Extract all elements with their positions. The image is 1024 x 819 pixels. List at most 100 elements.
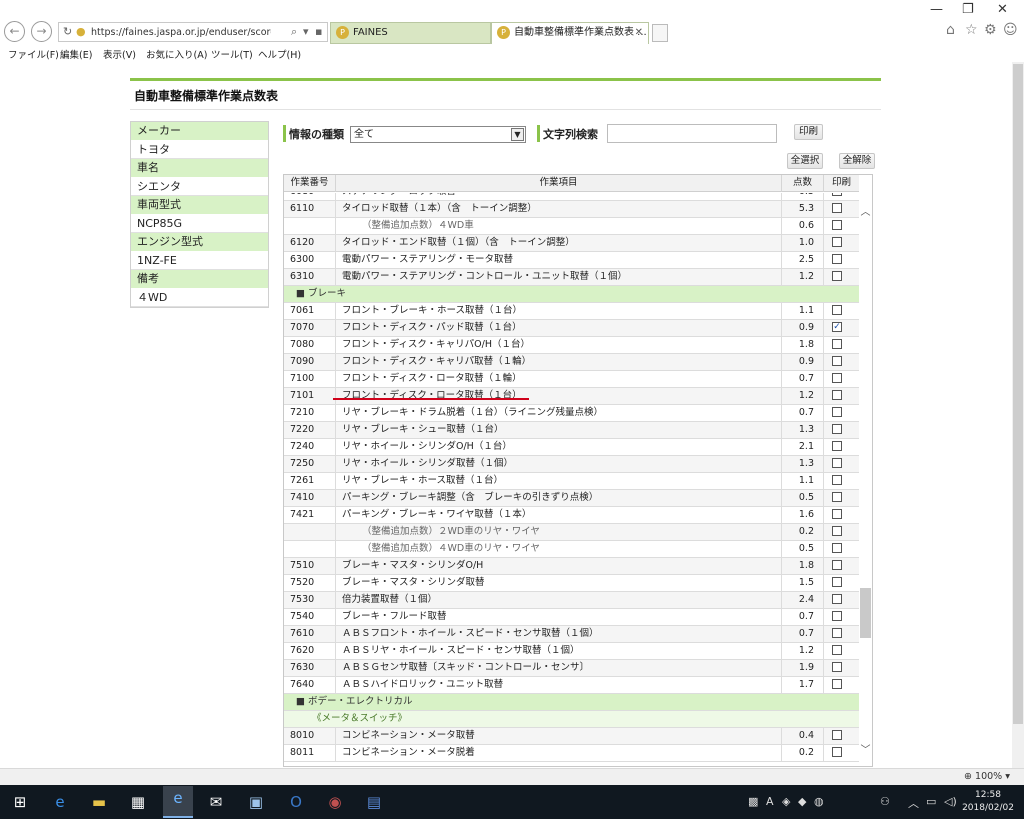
print-checkbox[interactable] bbox=[832, 526, 842, 536]
table-row[interactable]: 7610 ＡＢＳフロント・ホイール・スピード・センサ取替（１個） 0.7 bbox=[284, 626, 859, 643]
chevron-down-icon[interactable]: ▼ bbox=[511, 128, 524, 141]
app-network-icon[interactable]: ▤ bbox=[362, 790, 386, 814]
table-row[interactable]: 7410 パーキング・ブレーキ調整（含 ブレーキの引きずり点検） 0.5 bbox=[284, 490, 859, 507]
table-row[interactable]: 7530 倍力装置取替（１個） 2.4 bbox=[284, 592, 859, 609]
print-checkbox[interactable] bbox=[832, 577, 842, 587]
table-row[interactable]: 7520 ブレーキ・マスタ・シリンダ取替 1.5 bbox=[284, 575, 859, 592]
menu-help[interactable]: ヘルプ(H) bbox=[258, 47, 301, 61]
table-row[interactable]: 7210 リヤ・ブレーキ・ドラム脱着（１台）（ライニング残量点検） 0.7 bbox=[284, 405, 859, 422]
smiley-icon[interactable]: ☺ bbox=[1003, 22, 1018, 38]
print-checkbox-checked[interactable]: ✓ bbox=[832, 322, 842, 332]
print-button[interactable]: 印刷 bbox=[794, 124, 823, 140]
tray-ime-mode-icon[interactable]: A bbox=[766, 795, 774, 808]
tray-ime-icon[interactable]: ▩ bbox=[748, 795, 758, 808]
scroll-down-icon[interactable]: ﹀ bbox=[858, 741, 873, 756]
tray-app-icon[interactable]: ◍ bbox=[814, 795, 824, 808]
outlook-icon[interactable]: O bbox=[284, 790, 308, 814]
forward-button[interactable]: → bbox=[31, 21, 52, 42]
print-checkbox[interactable] bbox=[832, 390, 842, 400]
print-checkbox[interactable] bbox=[832, 594, 842, 604]
table-row[interactable]: 7080 フロント・ディスク・キャリパO/H（１台） 1.8 bbox=[284, 337, 859, 354]
menu-view[interactable]: 表示(V) bbox=[103, 47, 136, 61]
print-checkbox[interactable] bbox=[832, 254, 842, 264]
tray-app-icon[interactable]: ◆ bbox=[798, 795, 806, 808]
info-type-select[interactable]: 全て ▼ bbox=[350, 126, 526, 143]
print-checkbox[interactable] bbox=[832, 679, 842, 689]
store-icon[interactable]: ▦ bbox=[126, 790, 150, 814]
table-row[interactable]: 7090 フロント・ディスク・キャリパ取替（１輪） 0.9 bbox=[284, 354, 859, 371]
page-scrollbar[interactable] bbox=[1012, 62, 1024, 768]
volume-icon[interactable]: ◁) bbox=[944, 795, 957, 808]
table-row[interactable]: 7620 ＡＢＳリヤ・ホイール・スピード・センサ取替（１個） 1.2 bbox=[284, 643, 859, 660]
table-row[interactable]: 7421 パーキング・ブレーキ・ワイヤ取替（１本） 1.6 bbox=[284, 507, 859, 524]
tab-score-table[interactable]: P 自動車整備標準作業点数表 ... ✕ bbox=[491, 22, 649, 44]
search-icon[interactable]: ⌕ bbox=[291, 25, 297, 39]
table-scroll-thumb[interactable] bbox=[860, 588, 871, 638]
scroll-up-icon[interactable]: ︿ bbox=[858, 203, 873, 218]
table-row[interactable]: 7220 リヤ・ブレーキ・シュー取替（１台） 1.3 bbox=[284, 422, 859, 439]
addon-row[interactable]: （整備追加点数）４WD車 0.6 bbox=[284, 218, 859, 235]
file-explorer-icon[interactable]: ▬ bbox=[87, 790, 111, 814]
menu-favorites[interactable]: お気に入り(A) bbox=[146, 47, 207, 61]
internet-explorer-icon[interactable]: e bbox=[163, 786, 193, 818]
menu-tools[interactable]: ツール(T) bbox=[211, 47, 253, 61]
print-checkbox[interactable] bbox=[832, 271, 842, 281]
select-all-button[interactable]: 全選択 bbox=[787, 153, 823, 169]
table-row[interactable]: 8011 コンビネーション・メータ脱着 0.2 bbox=[284, 745, 859, 762]
windows-start-icon[interactable]: ⊞ bbox=[8, 790, 32, 814]
table-row[interactable]: 6120 タイロッド・エンド取替（１個）（含 トーイン調整） 1.0 bbox=[284, 235, 859, 252]
table-row[interactable]: 7240 リヤ・ホイール・シリンダO/H（１台） 2.1 bbox=[284, 439, 859, 456]
tab-faines[interactable]: P FAINES bbox=[330, 22, 491, 44]
table-row[interactable]: 7261 リヤ・ブレーキ・ホース取替（１台） 1.1 bbox=[284, 473, 859, 490]
table-row[interactable]: 6110 タイロッド取替（１本）（含 トーイン調整） 5.3 bbox=[284, 201, 859, 218]
gear-icon[interactable]: ⚙ bbox=[984, 22, 997, 38]
table-row[interactable]: 7540 ブレーキ・フルード取替 0.7 bbox=[284, 609, 859, 626]
print-checkbox[interactable] bbox=[832, 747, 842, 757]
mail-icon[interactable]: ✉ bbox=[204, 790, 228, 814]
close-tab-icon[interactable]: ✕ bbox=[635, 23, 643, 43]
table-scrollbar[interactable]: ︿ ﹀ bbox=[858, 193, 873, 768]
print-checkbox[interactable] bbox=[832, 645, 842, 655]
network-icon[interactable]: ▭ bbox=[926, 795, 936, 808]
table-row[interactable]: 7100 フロント・ディスク・ロータ取替（１輪） 0.7 bbox=[284, 371, 859, 388]
zoom-level[interactable]: ⊕ 100% ▾ bbox=[964, 771, 1010, 782]
dropdown-arrow-icon[interactable]: ▾ bbox=[303, 25, 309, 38]
app-globe-icon[interactable]: ◉ bbox=[323, 790, 347, 814]
print-checkbox[interactable] bbox=[832, 628, 842, 638]
print-checkbox[interactable] bbox=[832, 203, 842, 213]
people-icon[interactable]: ⚇ bbox=[880, 795, 890, 808]
print-checkbox[interactable] bbox=[832, 560, 842, 570]
table-row[interactable]: 6310 電動パワー・ステアリング・コントロール・ユニット取替（１個） 1.2 bbox=[284, 269, 859, 286]
tray-app-icon[interactable]: ◈ bbox=[782, 795, 790, 808]
table-row[interactable]: 7070 フロント・ディスク・パッド取替（１台） 0.9 ✓ bbox=[284, 320, 859, 337]
page-scroll-thumb[interactable] bbox=[1013, 64, 1023, 724]
print-checkbox[interactable] bbox=[832, 356, 842, 366]
print-checkbox[interactable] bbox=[832, 339, 842, 349]
url-text[interactable]: https://faines.jaspa.or.jp/enduser/score… bbox=[91, 27, 271, 38]
table-body[interactable]: 6080 ステアリング・ロック取替 0.5 6110 タイロッド取替（１本）（含 トーイ… bbox=[284, 193, 859, 766]
minimize-icon[interactable]: — bbox=[930, 2, 943, 17]
show-hidden-icons-icon[interactable]: ︿ bbox=[908, 795, 919, 811]
system-clock[interactable]: 12:58 2018/02/02 bbox=[962, 789, 1014, 815]
print-checkbox[interactable] bbox=[832, 543, 842, 553]
table-row[interactable]: 6300 電動パワー・ステアリング・モータ取替 2.5 bbox=[284, 252, 859, 269]
print-checkbox[interactable] bbox=[832, 441, 842, 451]
print-checkbox[interactable] bbox=[832, 424, 842, 434]
print-checkbox[interactable] bbox=[832, 492, 842, 502]
address-bar[interactable]: ↻ ● https://faines.jaspa.or.jp/enduser/s… bbox=[58, 22, 328, 42]
favorites-star-icon[interactable]: ☆ bbox=[965, 22, 978, 38]
print-checkbox[interactable] bbox=[832, 662, 842, 672]
clear-all-button[interactable]: 全解除 bbox=[839, 153, 875, 169]
refresh-icon[interactable]: ↻ bbox=[63, 25, 72, 38]
table-row[interactable]: 7510 ブレーキ・マスタ・シリンダO/H 1.8 bbox=[284, 558, 859, 575]
print-checkbox[interactable] bbox=[832, 407, 842, 417]
addon-row[interactable]: （整備追加点数）４WD車のリヤ・ワイヤ 0.5 bbox=[284, 541, 859, 558]
table-row[interactable]: 7250 リヤ・ホイール・シリンダ取替（１個） 1.3 bbox=[284, 456, 859, 473]
print-checkbox[interactable] bbox=[832, 373, 842, 383]
text-search-input[interactable] bbox=[607, 124, 777, 143]
table-row[interactable]: 7640 ＡＢＳハイドロリック・ユニット取替 1.7 bbox=[284, 677, 859, 694]
print-checkbox[interactable] bbox=[832, 730, 842, 740]
print-checkbox[interactable] bbox=[832, 458, 842, 468]
control-panel-icon[interactable]: ▣ bbox=[244, 790, 268, 814]
print-checkbox[interactable] bbox=[832, 237, 842, 247]
